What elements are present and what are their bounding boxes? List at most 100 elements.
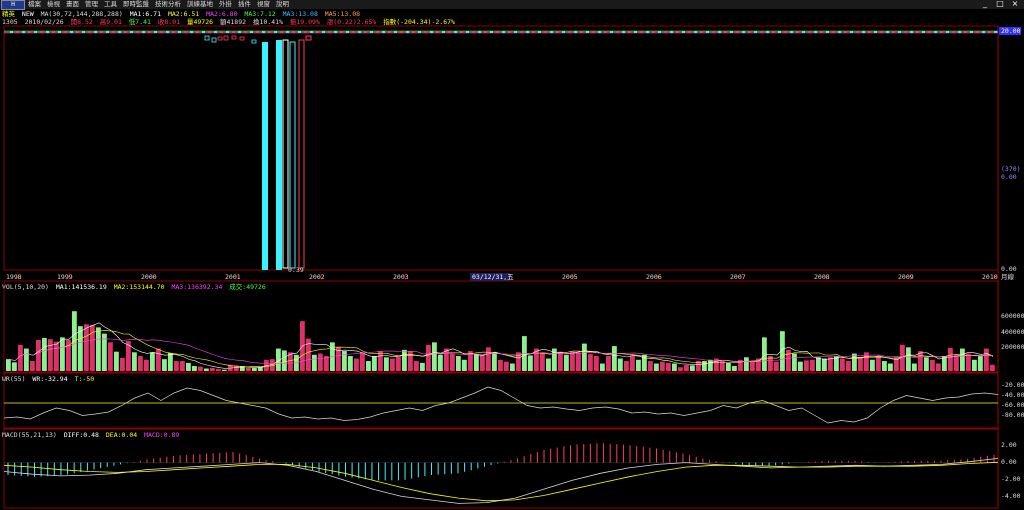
volume-bar (246, 367, 251, 371)
volume-bar (750, 361, 755, 371)
candle-big-2 (282, 39, 289, 269)
mini-candle (244, 31, 247, 33)
mini-candle (250, 31, 253, 33)
volume-bar (504, 361, 509, 371)
volume-bar (384, 357, 389, 371)
mini-candle (946, 31, 949, 33)
volume-bar (42, 337, 47, 371)
mini-candle (736, 31, 739, 33)
wr-tick-2: -60.00 (1001, 401, 1024, 409)
volume-bar (594, 356, 599, 371)
mini-candle (184, 31, 187, 33)
candle-small-6 (251, 39, 257, 44)
mini-candle (856, 31, 859, 33)
mini-candle (154, 31, 157, 33)
mini-candle (718, 31, 721, 33)
mini-candle (418, 31, 421, 33)
volume-bar (30, 361, 35, 371)
volume-bar (930, 359, 935, 371)
volume-bar (480, 355, 485, 371)
mini-candle (136, 31, 139, 33)
candle-small-2 (217, 36, 223, 41)
price-right-label-0: 20.00 (1001, 27, 1021, 35)
candle-small-1 (211, 37, 217, 43)
mini-candle (652, 31, 655, 33)
volume-bar (324, 356, 329, 371)
mini-candle (316, 31, 319, 33)
candle-big-1 (276, 40, 282, 270)
mini-candle (298, 31, 301, 33)
volume-bar (546, 358, 551, 371)
volume-bar (528, 355, 533, 371)
volume-bar (54, 341, 59, 371)
time-axis-label-1: 1999 (57, 273, 73, 281)
mini-candle (892, 31, 895, 33)
mini-candle (58, 31, 61, 33)
volume-bar (984, 348, 989, 371)
mini-candle (598, 31, 601, 33)
volume-bar (156, 348, 161, 371)
mini-candle (868, 31, 871, 33)
volume-bar (804, 360, 809, 371)
volume-bar (414, 361, 419, 371)
mini-candle (292, 31, 295, 33)
mini-candle (232, 31, 235, 33)
mini-candle (994, 31, 997, 33)
mini-candle (556, 31, 559, 33)
volume-bar (678, 367, 683, 371)
mini-candle (400, 31, 403, 33)
volume-bar (366, 361, 371, 371)
volume-bar (432, 342, 437, 371)
volume-bar (684, 364, 689, 371)
volume-bar (588, 354, 593, 371)
volume-bar (6, 359, 11, 371)
panel-frame-3 (3, 428, 999, 509)
volume-bar (816, 357, 821, 371)
mini-candle (610, 31, 613, 33)
volume-bar (222, 369, 227, 371)
mini-candle (106, 31, 109, 33)
volume-bar (870, 359, 875, 371)
mini-candle (478, 31, 481, 33)
volume-bar (624, 361, 629, 371)
volume-bar (450, 353, 455, 371)
mini-candle (262, 31, 265, 33)
candle-big-0 (262, 42, 268, 270)
mini-candle (490, 31, 493, 33)
time-axis-label-4: 2002 (309, 273, 325, 281)
time-axis-label-8: 2007 (730, 273, 746, 281)
mini-candle (976, 31, 979, 33)
volume-bar (582, 343, 587, 371)
volume-bar (96, 327, 101, 371)
volume-bar (648, 361, 653, 371)
mini-candle (586, 31, 589, 33)
volume-bar (474, 354, 479, 371)
cursor-date-label: 03/12/31,五 (472, 273, 514, 281)
macd-tick-2: -2.00 (1001, 475, 1021, 483)
mini-candle (82, 31, 85, 33)
mini-candle (670, 31, 673, 33)
volume-bar (690, 365, 695, 371)
volume-bar (486, 347, 491, 371)
mini-candle (982, 31, 985, 33)
candle-small-5 (239, 36, 245, 41)
mini-candle (544, 31, 547, 33)
mini-candle (664, 31, 667, 33)
mini-candle (634, 31, 637, 33)
volume-bar (954, 354, 959, 371)
mini-candle (496, 31, 499, 33)
mini-candle (394, 31, 397, 33)
volume-bar (420, 362, 425, 371)
volume-bar (126, 341, 131, 371)
time-axis-label-2: 2000 (141, 273, 157, 281)
mini-candle (142, 31, 145, 33)
mini-candle (472, 31, 475, 33)
price-right-label-2: 0.00 (1001, 173, 1017, 181)
volume-bar (654, 363, 659, 371)
mini-candle (352, 31, 355, 33)
stock-chart[interactable]: 0.3920.00(370)0.000.001998 1999 2000 2001 20… (0, 0, 1024, 510)
mini-candle (10, 31, 13, 33)
volume-bar (462, 359, 467, 371)
panel-frame-0 (3, 25, 999, 271)
volume-bar (852, 353, 857, 371)
